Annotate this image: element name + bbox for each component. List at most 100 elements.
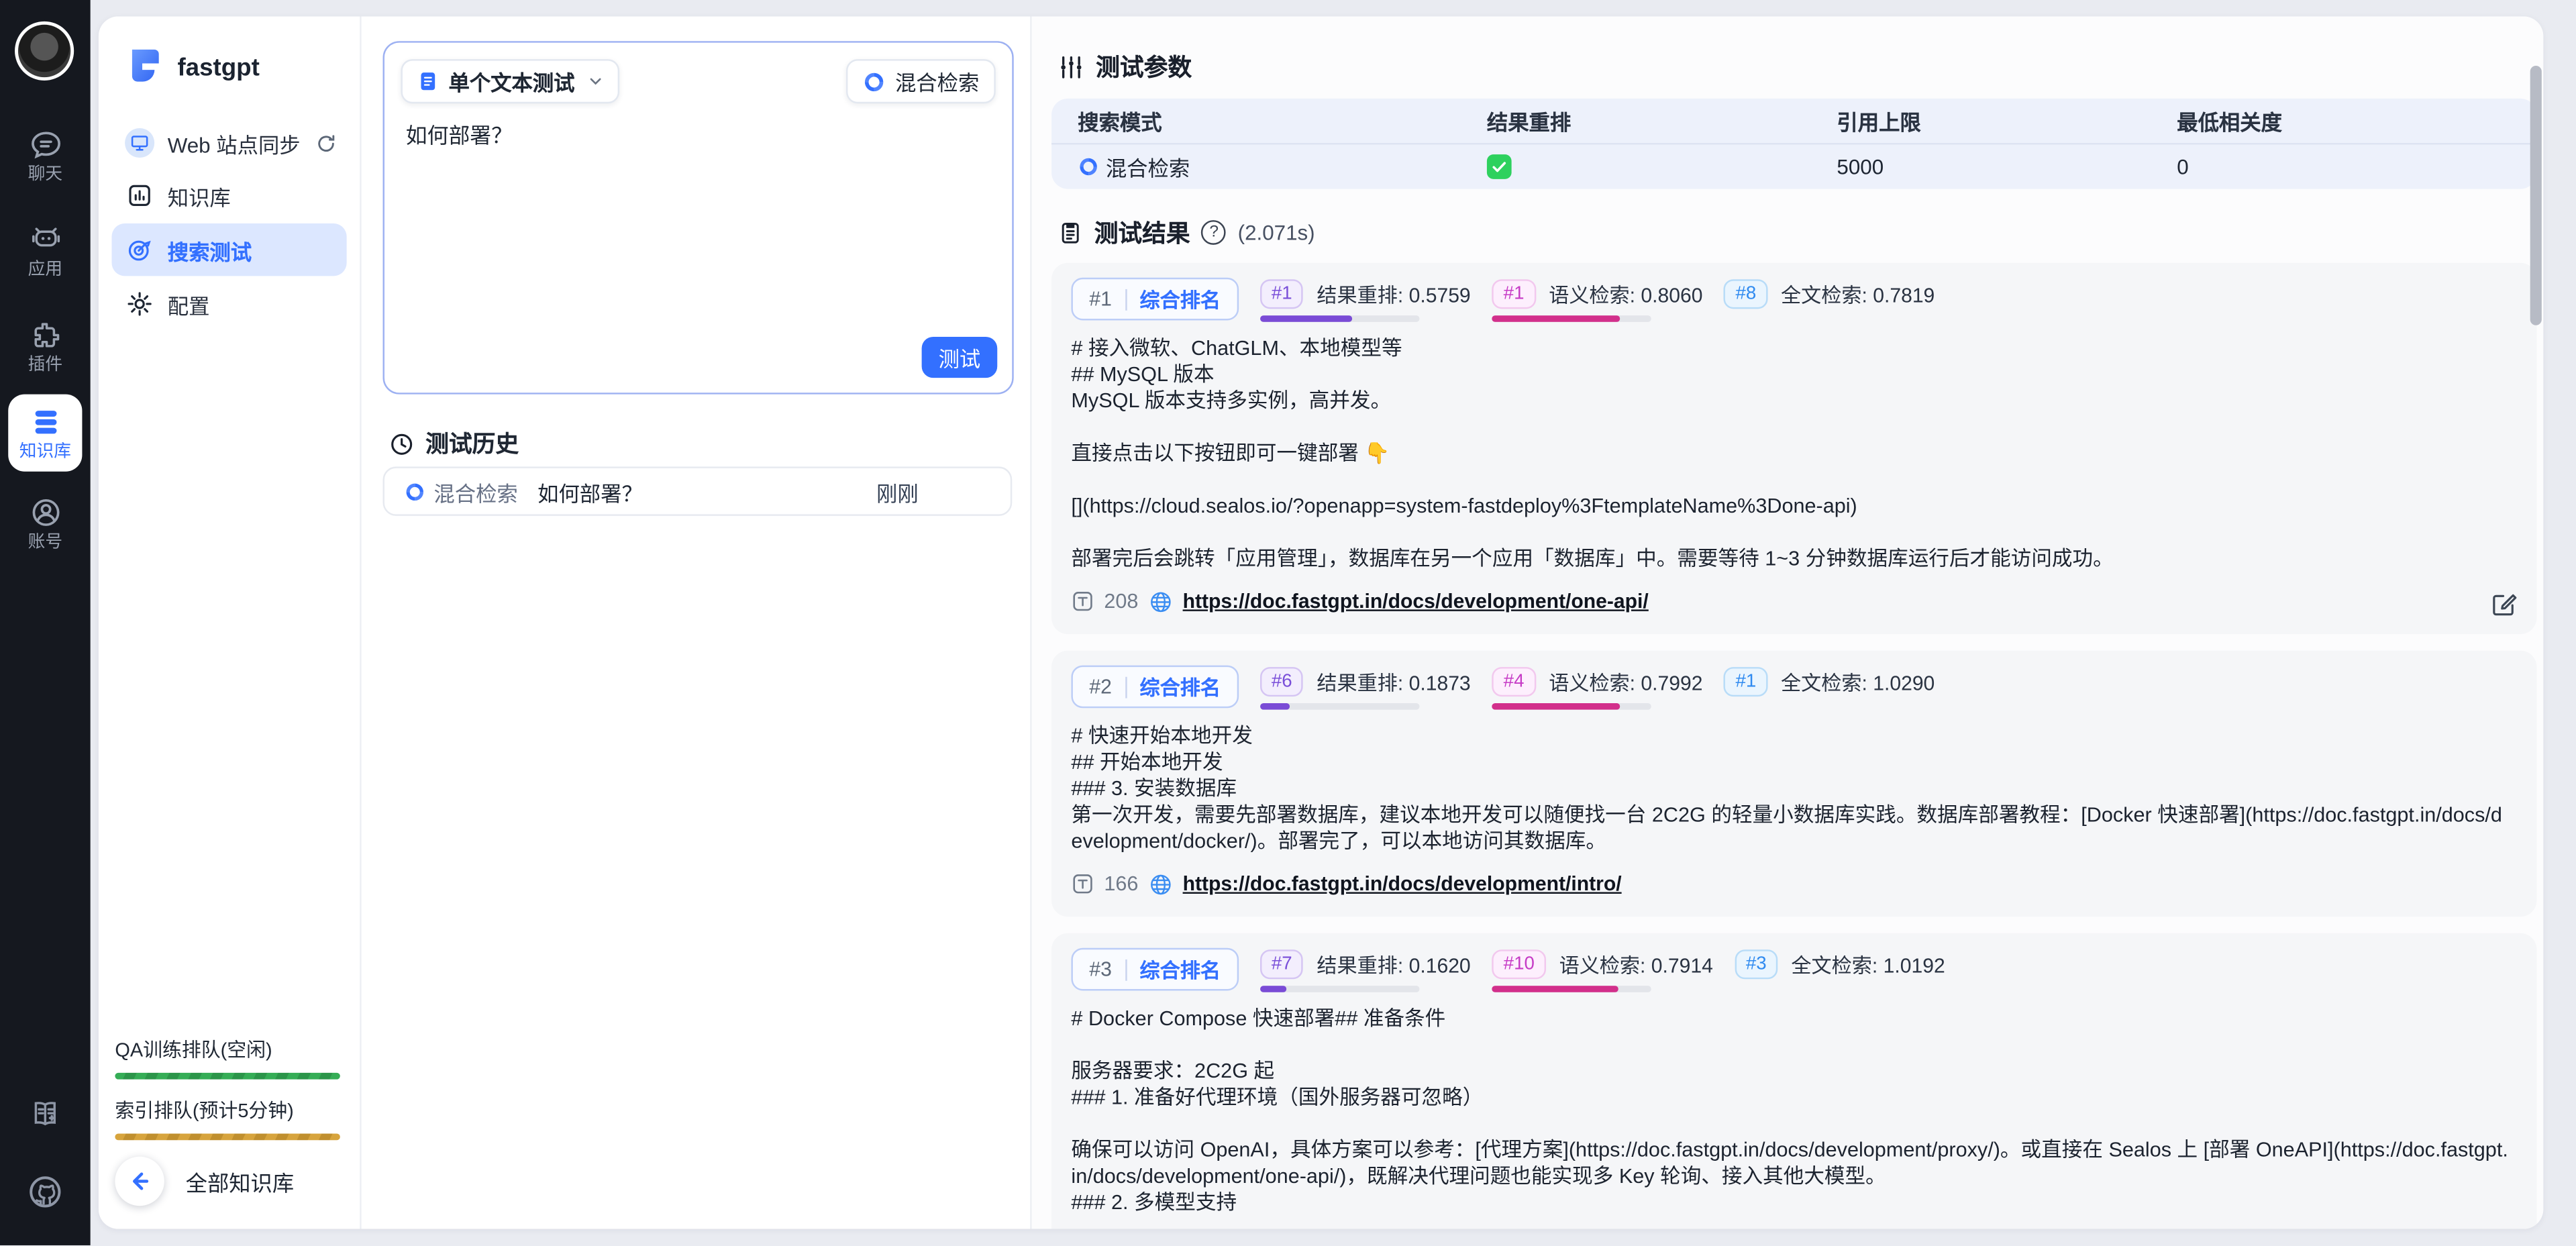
- github-icon[interactable]: [0, 1173, 91, 1210]
- globe-icon: [1148, 589, 1173, 614]
- hybrid-search-icon: [862, 70, 885, 93]
- param-min-relevance: 0: [2177, 154, 2536, 179]
- badge-divider: [1125, 959, 1126, 980]
- rerank-score-bar: [1260, 703, 1420, 710]
- sidebar-item-search-test[interactable]: 搜索测试: [111, 223, 346, 276]
- arrow-left-icon[interactable]: [115, 1157, 164, 1206]
- user-avatar[interactable]: [15, 21, 74, 81]
- robot-icon: [29, 223, 62, 256]
- sidebar-item-label: Web 站点同步: [168, 127, 301, 159]
- params-title: 测试参数: [1096, 49, 1192, 83]
- history-item[interactable]: 混合检索 如何部署？ 刚刚: [383, 466, 1013, 515]
- brand-name: fastgpt: [177, 54, 259, 82]
- scrollbar-thumb[interactable]: [2530, 66, 2542, 325]
- qa-queue-label: QA训练排队(空闲): [115, 1035, 340, 1063]
- sidebar-item-config[interactable]: 配置: [111, 279, 346, 328]
- rail-item-label: 应用: [28, 260, 62, 279]
- rank-badge: #2 综合排名: [1071, 666, 1238, 709]
- dataset-sidebar: fastgpt Web 站点同步: [99, 16, 362, 1229]
- rail-item-apps[interactable]: 应用: [0, 223, 91, 279]
- sidebar-item-web-sync[interactable]: Web 站点同步: [111, 118, 346, 167]
- clock-icon: [389, 431, 414, 456]
- edit-icon[interactable]: [2491, 591, 2517, 617]
- query-input[interactable]: 如何部署？: [384, 103, 1012, 150]
- rail-item-datasets[interactable]: 知识库: [8, 395, 82, 472]
- clipboard-icon: [1058, 220, 1083, 245]
- rail-item-label: 知识库: [19, 442, 71, 462]
- metric-rank: #1: [1260, 279, 1304, 309]
- kb-chart-icon: [125, 180, 154, 210]
- semantic-metric: #10 语义检索: 0.7914: [1492, 948, 1713, 992]
- metric-rank: #1: [1492, 279, 1536, 309]
- history-mode: 混合检索: [433, 476, 517, 507]
- sidebar-footer: QA训练排队(空闲) 索引排队(预计5分钟) 全部知识库: [115, 1032, 340, 1229]
- rail-item-label: 聊天: [28, 164, 62, 184]
- semantic-metric: #1 语义检索: 0.8060: [1492, 278, 1703, 322]
- history-title: 测试历史: [425, 427, 519, 460]
- semantic-score-bar: [1492, 986, 1652, 992]
- target-icon: [125, 235, 154, 264]
- semantic-score-bar: [1492, 315, 1652, 322]
- monitor-icon: [125, 128, 154, 158]
- param-mode-label: 混合检索: [1106, 151, 1190, 183]
- sidebar-item-dataset[interactable]: 知识库: [111, 171, 346, 220]
- metric-rank: #7: [1260, 949, 1304, 979]
- token-icon: [1071, 872, 1094, 895]
- result-content: # Docker Compose 快速部署## 准备条件 服务器要求：2C2G …: [1071, 1005, 2510, 1229]
- chevron-down-icon: [588, 74, 603, 89]
- token-count: 208: [1104, 590, 1138, 613]
- col-rerank: 结果重排: [1487, 105, 1837, 137]
- history-time: 刚刚: [876, 476, 919, 507]
- brand: fastgpt: [99, 16, 360, 89]
- token-icon: [1071, 590, 1094, 613]
- badge-divider: [1125, 676, 1126, 698]
- results-panel: 测试参数 搜索模式 结果重排 引用上限 最低相关度: [1032, 16, 2544, 1229]
- rerank-score-bar: [1260, 986, 1420, 992]
- back-label: 全部知识库: [186, 1165, 294, 1197]
- sidebar-item-label: 知识库: [168, 180, 231, 211]
- qa-queue-bar: [115, 1073, 340, 1080]
- source-link[interactable]: https://doc.fastgpt.in/docs/development/…: [1183, 872, 1622, 895]
- fulltext-metric: #8 全文检索: 0.7819: [1724, 278, 1935, 309]
- result-card: #2 综合排名 #6 结果重排: 0.1873: [1051, 651, 2536, 917]
- test-input-panel: 单个文本测试: [362, 16, 1032, 1229]
- index-queue-label: 索引排队(预计5分钟): [115, 1096, 340, 1124]
- history-query: 如何部署？: [537, 476, 876, 507]
- results-duration: (2.071s): [1238, 220, 1315, 245]
- metric-rank: #8: [1724, 279, 1767, 309]
- refresh-icon[interactable]: [315, 132, 337, 154]
- rank-number: #1: [1089, 287, 1112, 310]
- results-title: 测试结果: [1094, 215, 1190, 250]
- metric-rank: #3: [1735, 949, 1778, 979]
- docs-icon[interactable]: [0, 1098, 91, 1132]
- gear-icon: [125, 289, 154, 319]
- fulltext-metric: #1 全文检索: 1.0290: [1724, 666, 1935, 697]
- rail-item-plugins[interactable]: 插件: [0, 319, 91, 374]
- rank-number: #3: [1089, 957, 1112, 980]
- person-icon: [29, 496, 62, 529]
- result-footer: 166 https://doc.fastgpt.in/docs/developm…: [1071, 868, 2510, 900]
- hybrid-search-icon: [404, 480, 425, 502]
- index-queue-bar: [115, 1133, 340, 1140]
- rail-item-account[interactable]: 账号: [0, 496, 91, 552]
- rail-item-label: 插件: [28, 355, 62, 374]
- help-icon[interactable]: ?: [1202, 220, 1227, 245]
- test-mode-select[interactable]: 单个文本测试: [401, 59, 619, 103]
- token-count: 166: [1104, 872, 1138, 895]
- results-header: 测试结果 ? (2.071s): [1058, 215, 1315, 250]
- metric-rank: #10: [1492, 949, 1546, 979]
- back-to-datasets[interactable]: 全部知识库: [115, 1157, 340, 1206]
- page: 聊天 应用 插件: [0, 0, 2576, 1246]
- source-link[interactable]: https://doc.fastgpt.in/docs/development/…: [1183, 590, 1649, 613]
- rail-item-label: 账号: [28, 532, 62, 552]
- puzzle-icon: [29, 319, 62, 352]
- run-test-button[interactable]: 测试: [922, 337, 998, 378]
- rail-item-chat[interactable]: 聊天: [0, 128, 91, 184]
- rank-number: #2: [1089, 675, 1112, 698]
- result-content: # 接入微软、ChatGLM、本地模型等 ## MySQL 版本 MySQL 版…: [1071, 335, 2510, 572]
- rerank-checkbox[interactable]: [1487, 154, 1512, 179]
- retrieval-mode-button[interactable]: 混合检索: [846, 59, 996, 103]
- retrieval-mode-label: 混合检索: [895, 66, 979, 97]
- result-cards: #1 综合排名 #1 结果重排: 0.5759: [1051, 263, 2536, 1229]
- result-footer: 208 https://doc.fastgpt.in/docs/developm…: [1071, 585, 2510, 618]
